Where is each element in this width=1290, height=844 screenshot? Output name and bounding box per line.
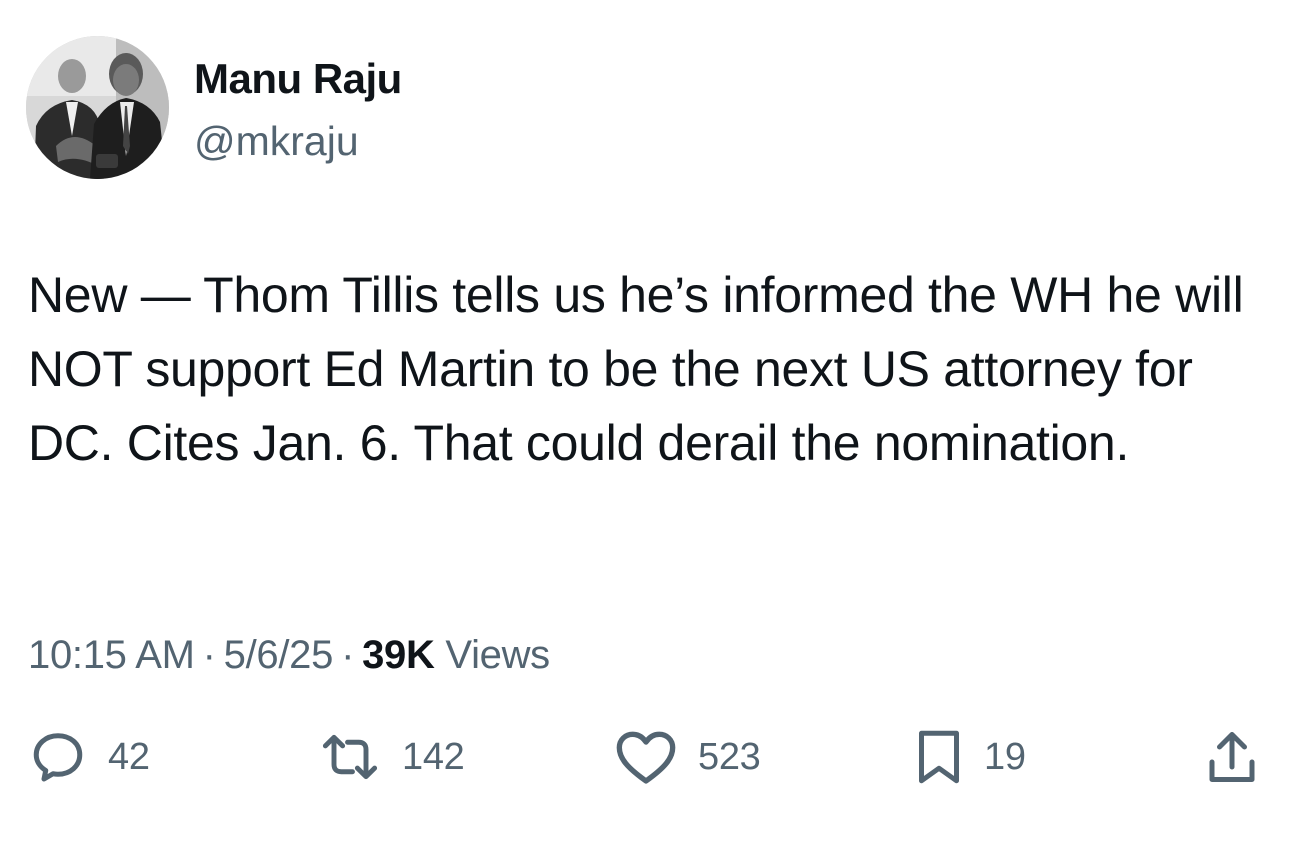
bookmark-icon bbox=[919, 730, 959, 784]
bookmark-button[interactable]: 19 bbox=[914, 722, 1026, 792]
tweet-time[interactable]: 10:15 AM bbox=[28, 633, 195, 677]
reply-count: 42 bbox=[108, 735, 150, 778]
profile-photo bbox=[26, 36, 169, 179]
like-button[interactable]: 523 bbox=[614, 722, 761, 792]
tweet-date[interactable]: 5/6/25 bbox=[224, 633, 334, 677]
like-count: 523 bbox=[698, 735, 761, 778]
meta-separator: · bbox=[202, 633, 216, 677]
views-count: 39K bbox=[362, 633, 435, 677]
repost-count: 142 bbox=[402, 735, 465, 778]
bookmark-count: 19 bbox=[984, 735, 1026, 778]
repost-button[interactable]: 142 bbox=[318, 722, 465, 792]
tweet: Manu Raju @mkraju New — Thom Tillis tell… bbox=[0, 0, 1290, 844]
share-icon bbox=[1209, 732, 1255, 782]
reply-icon bbox=[33, 733, 83, 782]
author-handle[interactable]: @mkraju bbox=[194, 116, 359, 166]
views-label: Views bbox=[445, 633, 550, 677]
heart-icon bbox=[616, 731, 676, 784]
author-avatar[interactable] bbox=[26, 36, 169, 179]
action-bar: 42 142 523 19 bbox=[0, 722, 1290, 792]
tweet-meta: 10:15 AM · 5/6/25 · 39K Views bbox=[28, 630, 550, 680]
meta-separator: · bbox=[341, 633, 355, 677]
share-button[interactable] bbox=[1204, 722, 1260, 792]
tweet-text: New — Thom Tillis tells us he’s informed… bbox=[28, 267, 1244, 471]
reply-button[interactable]: 42 bbox=[28, 722, 150, 792]
repost-icon bbox=[322, 734, 378, 780]
author-name[interactable]: Manu Raju bbox=[194, 54, 402, 104]
